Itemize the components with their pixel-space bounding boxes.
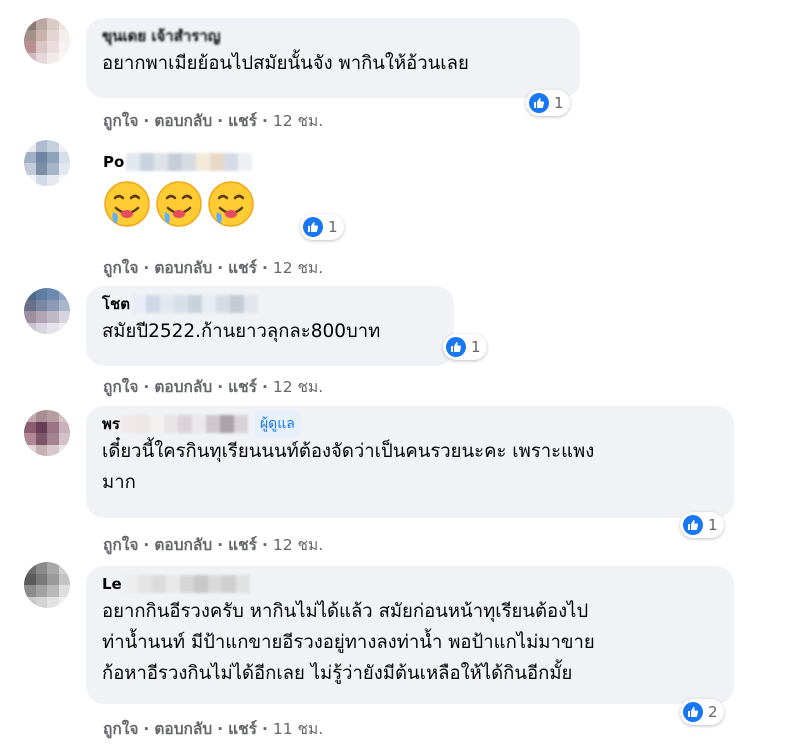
reply-link[interactable]: ตอบกลับ bbox=[154, 374, 212, 399]
like-link[interactable]: ถูกใจ bbox=[103, 108, 138, 133]
thumbs-up-icon bbox=[683, 515, 703, 535]
like-link[interactable]: ถูกใจ bbox=[103, 716, 138, 741]
reaction-summary[interactable]: 1 bbox=[526, 90, 570, 116]
reply-link[interactable]: ตอบกลับ bbox=[154, 716, 212, 741]
comment-text: อยากพาเมียย้อนไปสมัยนั้นจัง พากินให้อ้วน… bbox=[102, 48, 566, 79]
commenter-name[interactable]: Le bbox=[102, 575, 122, 593]
share-link[interactable]: แชร์ bbox=[228, 108, 257, 133]
reaction-count: 1 bbox=[708, 516, 718, 534]
reaction-summary[interactable]: 1 bbox=[680, 512, 724, 538]
commenter-name[interactable]: Po bbox=[103, 153, 124, 171]
thumbs-up-icon bbox=[446, 337, 466, 357]
commenter-name[interactable]: โชต bbox=[102, 292, 130, 316]
reply-link[interactable]: ตอบกลับ bbox=[154, 255, 212, 280]
comment-text: สมัยปี2522.ก้านยาวลุกละ800บาท bbox=[102, 316, 440, 347]
name-redaction bbox=[123, 575, 250, 593]
comment-time[interactable]: 11 ชม. bbox=[273, 716, 323, 741]
drooling-face-emoji bbox=[104, 181, 150, 227]
admin-badge: ผู้ดูแล bbox=[253, 411, 301, 437]
avatar[interactable] bbox=[24, 410, 70, 456]
comment-text-line: ท่าน้ำนนท์ มีป้าแกขายอีรวงอยู่ทางลงท่าน้… bbox=[102, 632, 595, 653]
drooling-face-emoji bbox=[156, 181, 202, 227]
like-link[interactable]: ถูกใจ bbox=[103, 532, 138, 557]
comment-text-line: อยากพาเมียย้อนไปสมัยนั้นจัง พากินให้อ้วน… bbox=[102, 53, 469, 74]
commenter-name[interactable]: ขุนเดย เจ้าสำราญ bbox=[102, 24, 221, 48]
reaction-count: 1 bbox=[471, 338, 481, 356]
reaction-count: 1 bbox=[328, 218, 338, 236]
emoji-row bbox=[103, 180, 255, 228]
comment-time[interactable]: 12 ชม. bbox=[273, 532, 323, 557]
commenter-name[interactable]: พร bbox=[102, 412, 120, 436]
comment-actions: ถูกใจ · ตอบกลับ · แชร์ · 11 ชม. bbox=[103, 716, 323, 741]
reaction-count: 1 bbox=[554, 94, 564, 112]
avatar[interactable] bbox=[24, 288, 70, 334]
reply-link[interactable]: ตอบกลับ bbox=[154, 108, 212, 133]
comment-text-line: มาก bbox=[102, 472, 136, 493]
avatar[interactable] bbox=[24, 140, 70, 186]
share-link[interactable]: แชร์ bbox=[228, 374, 257, 399]
drooling-face-emoji bbox=[208, 181, 254, 227]
comment-text: เดี๋ยวนี้ใครกินทุเรียนนนท์ต้องจัดว่าเป็น… bbox=[102, 436, 720, 498]
reaction-count: 2 bbox=[708, 703, 718, 721]
comment-text-line: อยากกินอีรวงครับ หากินไม่ได้แล้ว สมัยก่อ… bbox=[102, 601, 589, 622]
comment-actions: ถูกใจ · ตอบกลับ · แชร์ · 12 ชม. bbox=[103, 532, 323, 557]
thumbs-up-icon bbox=[529, 93, 549, 113]
comment-time[interactable]: 12 ชม. bbox=[273, 108, 323, 133]
comment-text: อยากกินอีรวงครับ หากินไม่ได้แล้ว สมัยก่อ… bbox=[102, 596, 720, 689]
reaction-summary[interactable]: 1 bbox=[300, 214, 344, 240]
avatar[interactable] bbox=[24, 18, 70, 64]
like-link[interactable]: ถูกใจ bbox=[103, 255, 138, 280]
comment-bubble: โชต สมัยปี2522.ก้านยาวลุกละ800บาท bbox=[86, 286, 454, 366]
comment-text-line: สมัยปี2522.ก้านยาวลุกละ800บาท bbox=[102, 321, 381, 342]
name-redaction bbox=[131, 295, 258, 313]
name-redaction bbox=[126, 153, 253, 171]
comment-actions: ถูกใจ · ตอบกลับ · แชร์ · 12 ชม. bbox=[103, 374, 323, 399]
comment-time[interactable]: 12 ชม. bbox=[273, 255, 323, 280]
avatar[interactable] bbox=[24, 562, 70, 608]
share-link[interactable]: แชร์ bbox=[228, 532, 257, 557]
thumbs-up-icon bbox=[303, 217, 323, 237]
comment-bubble: พร ผู้ดูแล เดี๋ยวนี้ใครกินทุเรียนนนท์ต้อ… bbox=[86, 406, 734, 518]
comment-bubble: Le อยากกินอีรวงครับ หากินไม่ได้แล้ว สมัย… bbox=[86, 566, 734, 704]
reaction-summary[interactable]: 2 bbox=[680, 699, 724, 725]
reaction-summary[interactable]: 1 bbox=[443, 334, 487, 360]
reply-link[interactable]: ตอบกลับ bbox=[154, 532, 212, 557]
comment-actions: ถูกใจ · ตอบกลับ · แชร์ · 12 ชม. bbox=[103, 255, 323, 280]
comment-actions: ถูกใจ · ตอบกลับ · แชร์ · 12 ชม. bbox=[103, 108, 323, 133]
comment-content: Po bbox=[103, 152, 255, 228]
thumbs-up-icon bbox=[683, 702, 703, 722]
like-link[interactable]: ถูกใจ bbox=[103, 374, 138, 399]
share-link[interactable]: แชร์ bbox=[228, 716, 257, 741]
comment-bubble: ขุนเดย เจ้าสำราญ อยากพาเมียย้อนไปสมัยนั้… bbox=[86, 18, 580, 98]
share-link[interactable]: แชร์ bbox=[228, 255, 257, 280]
name-redaction bbox=[121, 415, 248, 433]
comment-time[interactable]: 12 ชม. bbox=[273, 374, 323, 399]
comment-text-line: ก้อหาอีรวงกินไม่ได้อีกเลย ไม่รู้ว่ายังมี… bbox=[102, 663, 573, 684]
comment-text-line: เดี๋ยวนี้ใครกินทุเรียนนนท์ต้องจัดว่าเป็น… bbox=[102, 441, 595, 462]
